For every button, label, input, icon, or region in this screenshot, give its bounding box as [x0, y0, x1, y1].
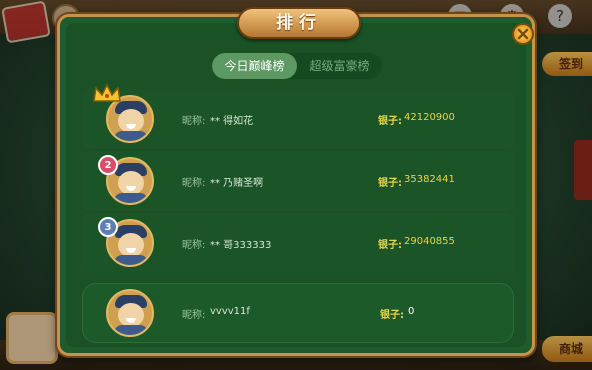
rank-badge: 3	[98, 217, 118, 237]
avatar	[106, 289, 154, 337]
nickname-value: ** 得如花	[210, 116, 254, 127]
nickname-label: 昵称:	[182, 310, 206, 321]
silver-label: 银子:	[378, 116, 402, 127]
silver-value: 0	[408, 306, 415, 317]
nickname-value: ** 哥333333	[210, 240, 272, 251]
ranking-row-2[interactable]: 2 昵称: ** 乃赌圣啊 银子: 35382441	[82, 151, 514, 211]
ranking-row-3[interactable]: 3 昵称: ** 哥333333 银子: 29040855	[82, 213, 514, 273]
silver-value: 35382441	[404, 174, 455, 185]
ranking-modal: 排行 今日巅峰榜 超级富豪榜 昵称: ** 得如花 银子: 42120900 2…	[57, 7, 535, 356]
close-button[interactable]	[512, 23, 534, 45]
close-icon	[517, 28, 529, 40]
tab-super-rich[interactable]: 超级富豪榜	[297, 53, 382, 79]
ranking-tabs: 今日巅峰榜 超级富豪榜	[212, 53, 382, 79]
nickname-label: 昵称:	[182, 116, 206, 127]
rank-badge: 2	[98, 155, 118, 175]
silver-label: 银子:	[378, 178, 402, 189]
nickname-value: ** 乃赌圣啊	[210, 178, 264, 189]
silver-value: 29040855	[404, 236, 455, 247]
silver-value: 42120900	[404, 112, 455, 123]
my-ranking-row[interactable]: 昵称: vvvv11f 银子: 0	[82, 283, 514, 343]
ranking-row-1[interactable]: 昵称: ** 得如花 银子: 42120900	[82, 83, 514, 149]
nickname-label: 昵称:	[182, 178, 206, 189]
silver-label: 银子:	[378, 240, 402, 251]
crown-icon	[93, 83, 121, 102]
tab-daily-peak[interactable]: 今日巅峰榜	[212, 53, 297, 79]
silver-label: 银子:	[380, 310, 404, 321]
nickname-value: vvvv11f	[210, 306, 250, 317]
nickname-label: 昵称:	[182, 240, 206, 251]
modal-title-plaque: 排行	[237, 7, 361, 39]
modal-title: 排行	[276, 13, 322, 33]
